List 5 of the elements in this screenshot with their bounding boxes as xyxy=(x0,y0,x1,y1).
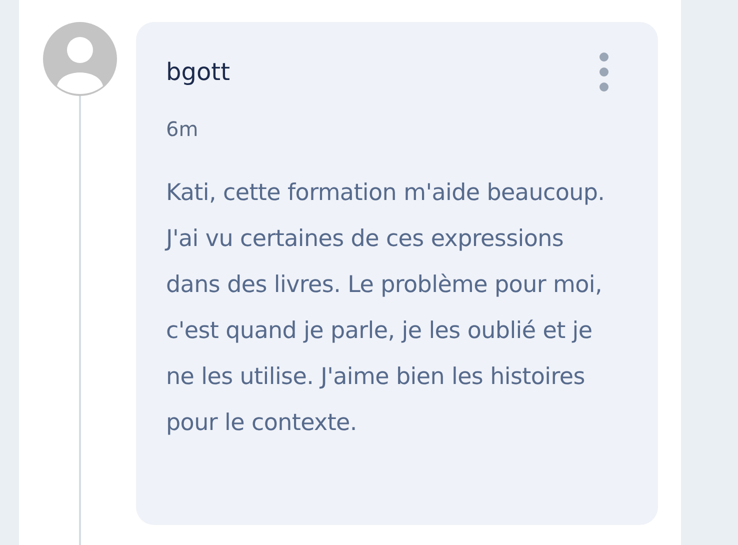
comment-text: Kati, cette formation m'aide beaucoup. J'ai vu certaines de ces expressions dans des livres. Le problème pour moi, c'est quand je parle, je les oublié et je ne les utilise. J'aime bien les histoires pour le contexte. xyxy=(166,179,606,438)
more-options-icon[interactable] xyxy=(598,52,610,92)
comment-time: 6m xyxy=(166,116,200,143)
avatar-icon xyxy=(43,22,117,96)
author-name: bgott xyxy=(166,57,230,88)
